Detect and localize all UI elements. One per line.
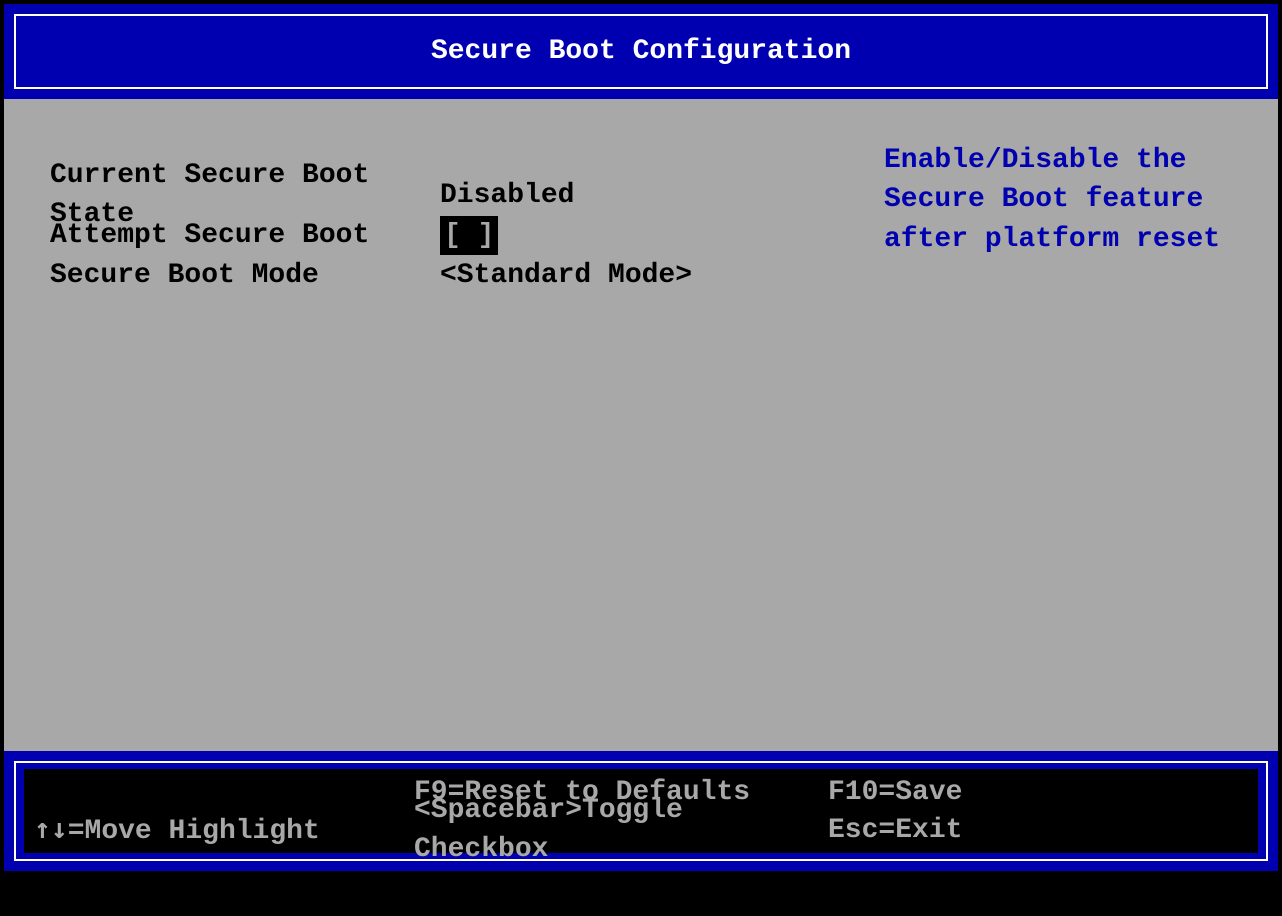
page-title: Secure Boot Configuration — [431, 36, 851, 67]
setting-row-current-state: Current Secure Boot State Disabled — [50, 175, 884, 215]
setting-label: Attempt Secure Boot — [50, 216, 440, 255]
footer-inner: F9=Reset to Defaults F10=Save ↑↓=Move Hi… — [14, 761, 1268, 861]
help-text-line: after platform reset — [884, 220, 1248, 259]
footer-hint-spacebar: <Spacebar>Toggle Checkbox — [414, 791, 828, 869]
bios-screen: Secure Boot Configuration Current Secure… — [0, 0, 1282, 916]
footer-bar: F9=Reset to Defaults F10=Save ↑↓=Move Hi… — [4, 751, 1278, 871]
footer-content: F9=Reset to Defaults F10=Save ↑↓=Move Hi… — [24, 769, 1258, 853]
checkbox-attempt-secure-boot[interactable]: [ ] — [440, 216, 498, 255]
main-area: Current Secure Boot State Disabled Attem… — [4, 99, 1278, 751]
setting-row-secure-boot-mode[interactable]: Secure Boot Mode <Standard Mode> — [50, 255, 884, 295]
setting-value-mode[interactable]: <Standard Mode> — [440, 256, 692, 295]
setting-value-attempt[interactable]: [ ] — [440, 216, 498, 255]
setting-row-attempt-secure-boot[interactable]: Attempt Secure Boot [ ] — [50, 215, 884, 255]
help-text-line: Secure Boot feature — [884, 180, 1248, 219]
footer-hint-esc: Esc=Exit — [828, 811, 1258, 850]
footer-hint-f10: F10=Save — [828, 773, 1258, 812]
footer-hint-move-text: =Move Highlight — [68, 816, 320, 847]
setting-value-current-state: Disabled — [440, 176, 574, 215]
settings-column: Current Secure Boot State Disabled Attem… — [4, 99, 884, 751]
header-bar: Secure Boot Configuration — [4, 4, 1278, 99]
footer-hint-move: ↑↓=Move Highlight — [24, 809, 414, 851]
setting-label: Secure Boot Mode — [50, 256, 440, 295]
footer-row-2: ↑↓=Move Highlight <Spacebar>Toggle Check… — [24, 811, 1258, 849]
help-text-line: Enable/Disable the — [884, 141, 1248, 180]
help-panel: Enable/Disable the Secure Boot feature a… — [884, 99, 1278, 751]
arrow-up-down-icon: ↑↓ — [34, 812, 68, 845]
header-inner: Secure Boot Configuration — [14, 14, 1268, 89]
